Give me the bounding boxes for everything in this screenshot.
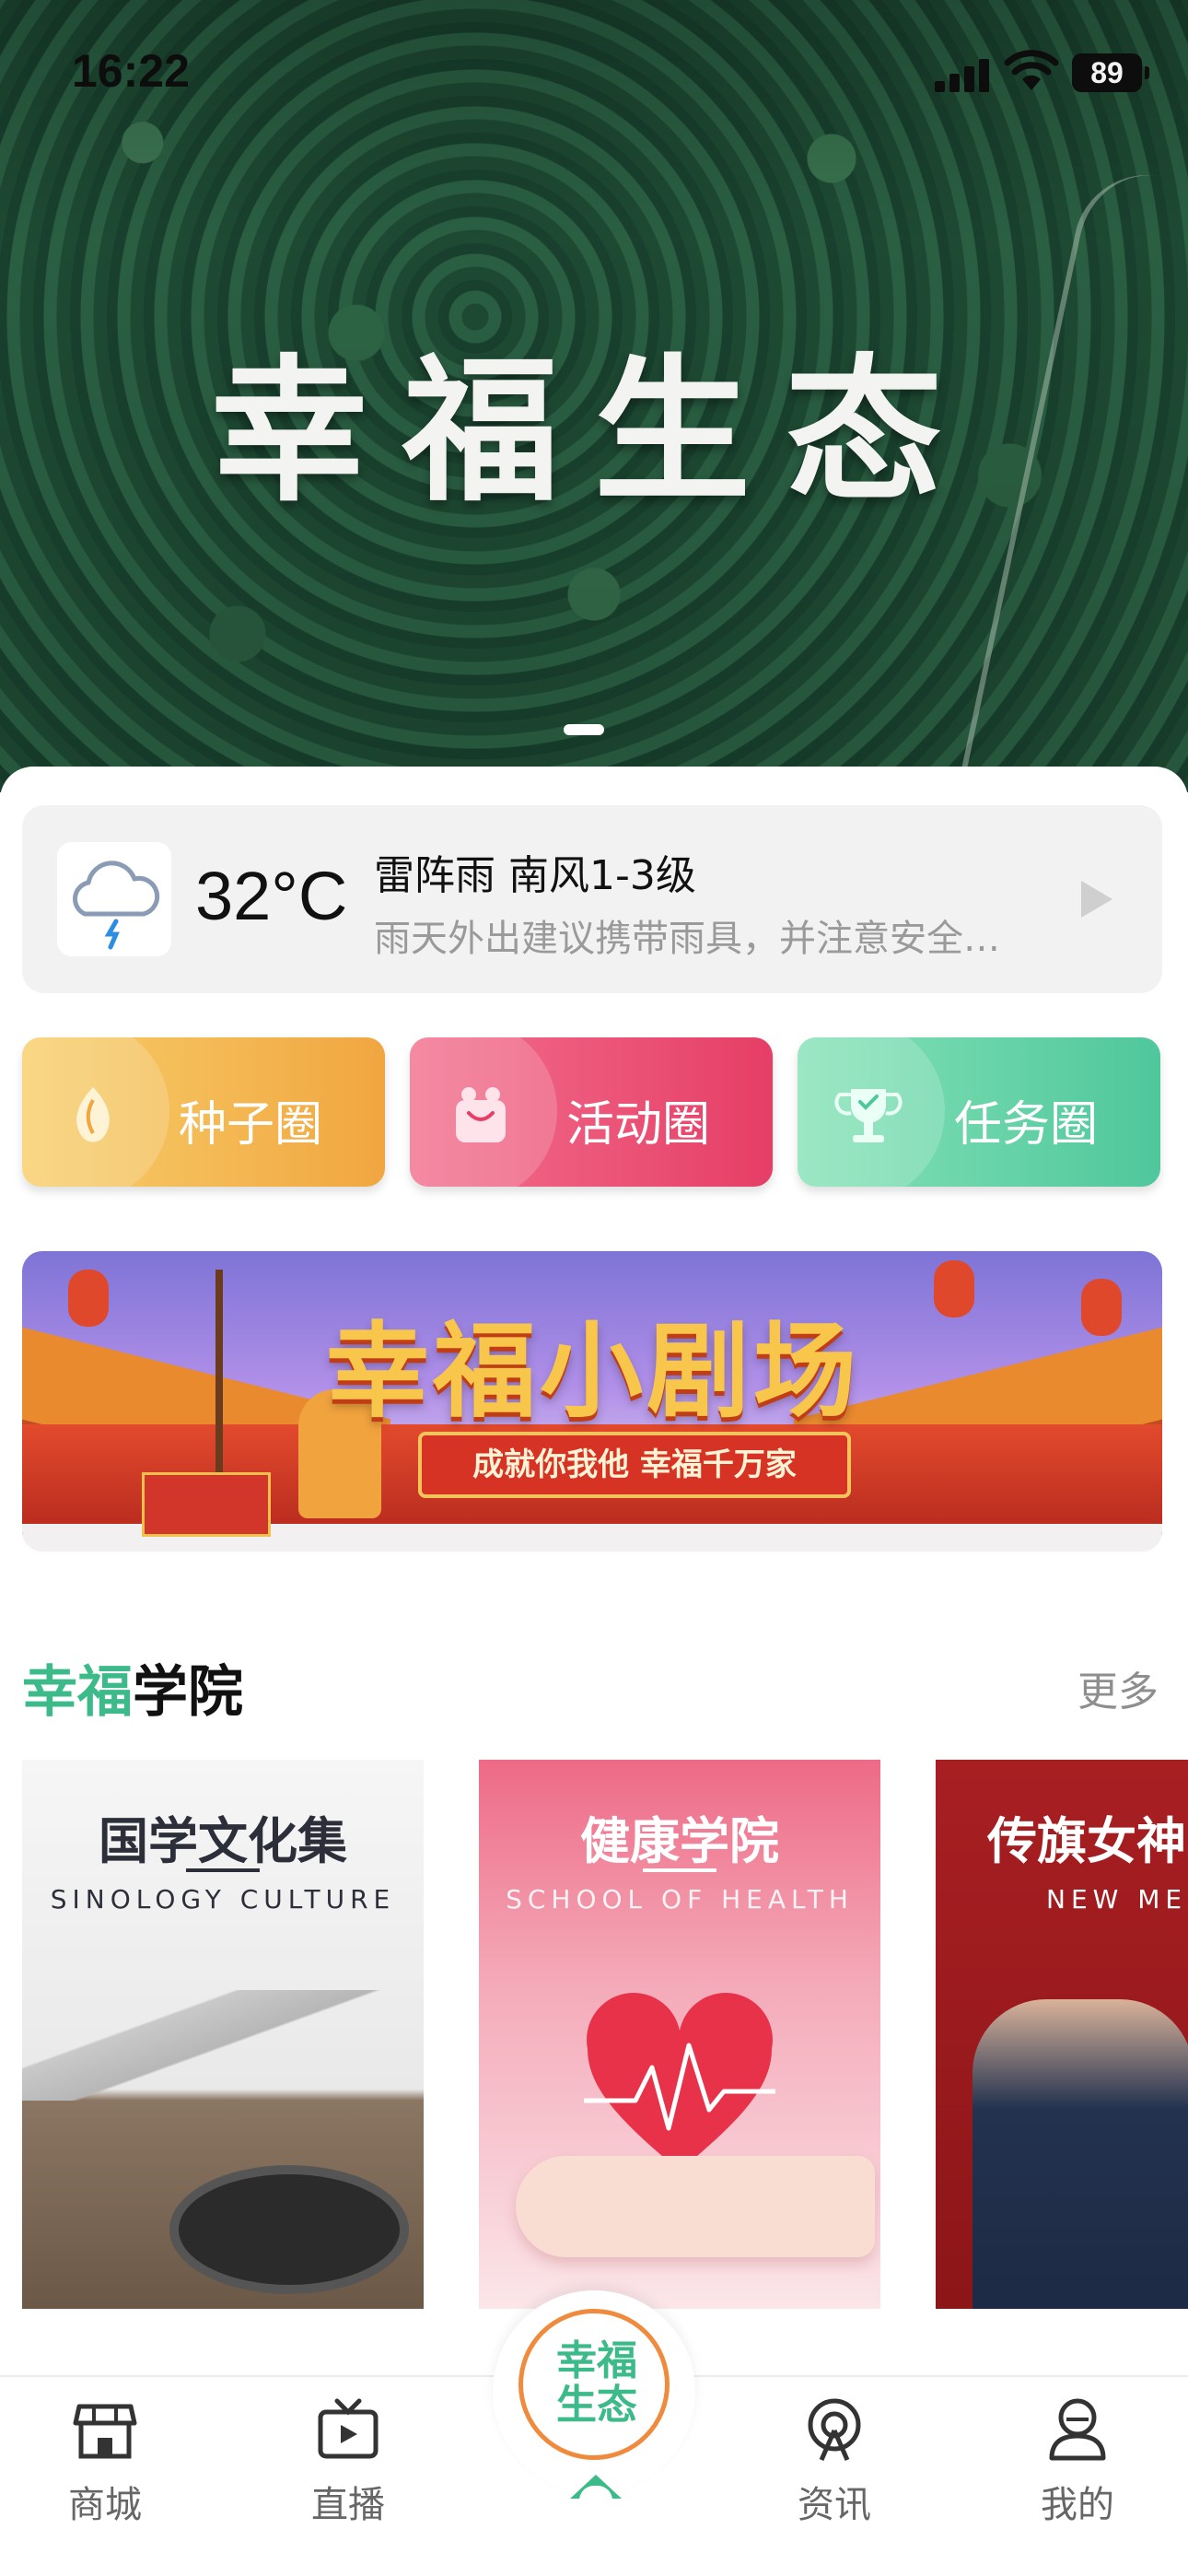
tab-profile[interactable]: 我的 (995, 2397, 1160, 2526)
tab-news[interactable]: 资讯 (751, 2397, 917, 2526)
store-icon (73, 2404, 137, 2459)
lantern-icon (1081, 1279, 1122, 1336)
task-circle-label: 任务圈 (954, 1097, 1099, 1153)
home-logo-text: 幸福生态 (556, 2337, 637, 2429)
play-icon[interactable] (1081, 881, 1112, 918)
academy-card-list[interactable]: 国学文化集 SINOLOGY CULTURE 健康学院 SCHOOL OF HE… (22, 1760, 1188, 2313)
model-figure (973, 1999, 1188, 2309)
seed-circle-button[interactable]: 种子圈 (22, 1037, 385, 1187)
card-subtitle: NEW ME CLASS (1046, 1884, 1188, 1914)
weather-tip: 雨天外出建议携带雨具，并注意安全… (374, 918, 1000, 960)
weather-temperature: 32°C (195, 858, 348, 934)
academy-header: 幸福学院 更多 (22, 1647, 1162, 1725)
battery-indicator: 89 (1072, 53, 1149, 92)
user-icon (1049, 2398, 1106, 2461)
gift-bag-icon (456, 1087, 506, 1142)
banner-title: 幸福小剧场 (326, 1312, 860, 1432)
section-title-rest: 学院 (133, 1660, 243, 1725)
tab-label: 直播 (311, 2484, 385, 2526)
carousel-indicator (564, 724, 604, 735)
hand-illustration (516, 2156, 875, 2257)
gift-box (142, 1472, 271, 1537)
inkstone (169, 2165, 409, 2294)
academy-card-qipao[interactable]: 传旗女神 NEW ME CLASS (936, 1760, 1188, 2309)
card-title: 健康学院 (580, 1812, 779, 1870)
tab-label: 我的 (1041, 2484, 1114, 2526)
activity-circle-button[interactable]: 活动圈 (410, 1037, 773, 1187)
seed-icon (76, 1087, 110, 1142)
wifi-icon (1004, 50, 1059, 90)
ink-mountain (22, 1990, 424, 2101)
hero-title: 幸福生态 (210, 341, 977, 523)
chevron-up-icon (570, 2475, 622, 2500)
tab-home[interactable]: 幸福生态 (493, 2290, 695, 2500)
thunder-cloud-icon (57, 842, 171, 956)
card-divider (186, 1868, 260, 1872)
tv-icon (318, 2398, 379, 2459)
home-logo: 幸福生态 (518, 2309, 670, 2460)
more-link[interactable]: 更多 (1077, 1658, 1159, 1717)
card-subtitle: SCHOOL OF HEALTH (506, 1884, 854, 1914)
academy-card-health[interactable]: 健康学院 SCHOOL OF HEALTH (479, 1760, 880, 2309)
section-title: 幸福学院 (22, 1647, 243, 1727)
card-title: 国学文化集 (99, 1812, 347, 1870)
card-title: 传旗女神 (987, 1812, 1186, 1870)
broadcast-icon (808, 2398, 861, 2462)
card-subtitle: SINOLOGY CULTURE (50, 1884, 396, 1914)
tab-live[interactable]: 直播 (265, 2397, 431, 2526)
status-time: 16:22 (72, 45, 190, 97)
weather-card[interactable]: 32°C 雷阵雨 南风1-3级 雨天外出建议携带雨具，并注意安全… (22, 805, 1162, 993)
theater-banner[interactable]: 幸福小剧场 成就你我他 幸福千万家 (22, 1251, 1162, 1551)
trophy-icon (834, 1089, 903, 1142)
circle-shortcuts: 种子圈 活动圈 任务圈 (22, 1037, 1162, 1190)
lantern-icon (934, 1260, 974, 1317)
academy-card-sinology[interactable]: 国学文化集 SINOLOGY CULTURE (22, 1760, 424, 2309)
tab-store[interactable]: 商城 (22, 2397, 188, 2526)
status-bar: 16:22 89 (0, 0, 1188, 138)
activity-circle-label: 活动圈 (566, 1097, 711, 1153)
banner-subtitle: 成就你我他 幸福千万家 (418, 1432, 851, 1498)
section-title-highlight: 幸福 (22, 1660, 133, 1725)
card-divider (643, 1868, 716, 1872)
lantern-icon (68, 1270, 109, 1327)
seed-circle-label: 种子圈 (179, 1097, 323, 1153)
task-circle-button[interactable]: 任务圈 (798, 1037, 1160, 1187)
cellular-signal-icon (935, 57, 992, 92)
tab-label: 资讯 (798, 2484, 871, 2526)
weather-description: 雷阵雨 南风1-3级 (374, 852, 696, 899)
tab-label: 商城 (68, 2484, 142, 2526)
